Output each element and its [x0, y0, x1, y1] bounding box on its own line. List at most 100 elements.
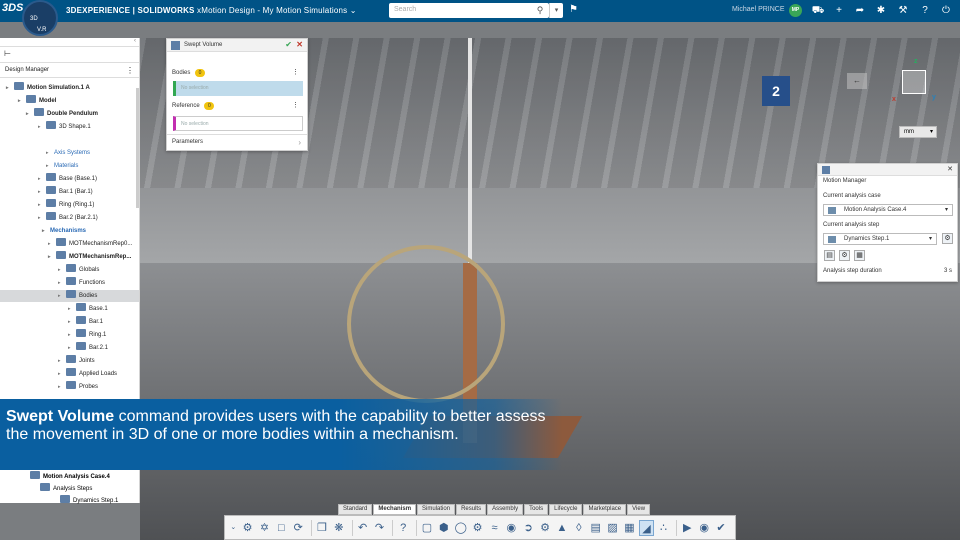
- expand-arrow-icon[interactable]: ▸: [38, 212, 46, 224]
- redo-icon[interactable]: ↷: [373, 520, 387, 536]
- expand-arrow-icon[interactable]: ▸: [58, 355, 66, 367]
- probe-icon[interactable]: ◊: [572, 520, 586, 536]
- back-arrow-icon[interactable]: ←: [847, 73, 867, 89]
- analysis-step-select[interactable]: Dynamics Step.1 ▾: [823, 233, 937, 245]
- save-icon[interactable]: □: [274, 520, 288, 536]
- chevron-down-icon[interactable]: ⌄: [350, 6, 357, 15]
- network-icon[interactable]: ✱: [874, 4, 888, 18]
- expand-arrow-icon[interactable]: ▸: [58, 368, 66, 380]
- unit-select[interactable]: mm ▾: [899, 126, 937, 138]
- power-icon[interactable]: ⏻: [939, 4, 953, 18]
- undo-icon[interactable]: ↶: [356, 520, 370, 536]
- tree-node[interactable]: ▸ Double Pendulum: [26, 108, 98, 120]
- tab-assembly[interactable]: Assembly: [487, 504, 524, 515]
- tree-node[interactable]: ▸ Mechanisms: [42, 225, 86, 237]
- more-icon[interactable]: ⋮: [292, 101, 299, 109]
- plot-icon[interactable]: ▨: [606, 520, 620, 536]
- tree-node[interactable]: ▸ Base.1: [68, 303, 108, 315]
- tree-node[interactable]: Motion Analysis Case.4: [30, 471, 110, 483]
- expand-arrow-icon[interactable]: ▸: [58, 381, 66, 393]
- expand-arrow-icon[interactable]: ▸: [38, 173, 46, 185]
- table-icon[interactable]: ▤: [589, 520, 603, 536]
- share-icon[interactable]: ➦: [853, 4, 867, 18]
- expand-arrow-icon[interactable]: ▸: [48, 251, 56, 263]
- trace-icon[interactable]: ∴: [657, 520, 671, 536]
- tree-node[interactable]: ▸ Bar.1 (Bar.1): [38, 186, 93, 198]
- tag-icon[interactable]: ⚑: [569, 4, 578, 15]
- expand-arrow-icon[interactable]: ▸: [18, 95, 26, 107]
- navigation-cube[interactable]: z x y: [892, 58, 940, 106]
- chat-icon[interactable]: ⛟: [811, 4, 825, 18]
- help-icon[interactable]: ?: [918, 4, 932, 18]
- analysis-case-select[interactable]: Motion Analysis Case.4 ▾: [823, 204, 953, 216]
- expand-arrow-icon[interactable]: ▸: [68, 316, 76, 328]
- settings-icon[interactable]: ❋: [332, 520, 346, 536]
- expand-arrow-icon[interactable]: ▸: [68, 342, 76, 354]
- parameters-section[interactable]: Parameters ›: [167, 134, 307, 152]
- expand-arrow-icon[interactable]: ▸: [42, 225, 50, 237]
- search-icon[interactable]: ⚲: [533, 3, 547, 18]
- expand-arrow-icon[interactable]: ▸: [46, 160, 54, 172]
- tree-node[interactable]: ▸ Globals: [58, 264, 99, 276]
- search-input[interactable]: Search: [389, 3, 549, 18]
- tree-node[interactable]: Analysis Steps: [40, 483, 92, 495]
- chevron-down-icon[interactable]: ⌄: [229, 520, 238, 536]
- gear-joint-icon[interactable]: ⚙: [471, 520, 485, 536]
- tree-node[interactable]: ▸ Joints: [58, 355, 95, 367]
- scrollbar[interactable]: [136, 88, 139, 208]
- expand-arrow-icon[interactable]: ▸: [38, 186, 46, 198]
- tree-node[interactable]: ▸ Bar.2 (Bar.2.1): [38, 212, 98, 224]
- expand-arrow-icon[interactable]: ▸: [58, 290, 66, 302]
- expand-arrow-icon[interactable]: ▸: [38, 121, 46, 133]
- expand-arrow-icon[interactable]: ▸: [38, 199, 46, 211]
- tab-standard[interactable]: Standard: [338, 504, 373, 515]
- tree-node[interactable]: ▸ Functions: [58, 277, 105, 289]
- refresh-icon[interactable]: ⟳: [291, 520, 305, 536]
- tree-node[interactable]: ▸ MOTMechanismRep0...: [48, 238, 132, 250]
- export-button[interactable]: ▦: [854, 250, 865, 261]
- mechanism-icon[interactable]: ✡: [258, 520, 272, 536]
- tree-node[interactable]: ▸ Motion Simulation.1 A: [6, 82, 90, 94]
- sensor-icon[interactable]: ▲: [555, 520, 569, 536]
- tree-node[interactable]: ▸ Applied Loads: [58, 368, 117, 380]
- compass-icon[interactable]: 3D V.R: [22, 0, 58, 36]
- joint-icon[interactable]: ◯: [454, 520, 468, 536]
- expand-arrow-icon[interactable]: ▸: [58, 264, 66, 276]
- force-icon[interactable]: ➲: [521, 520, 535, 536]
- more-icon[interactable]: ⋮: [292, 68, 299, 76]
- contact-icon[interactable]: ◉: [504, 520, 518, 536]
- new-case-button[interactable]: ▤: [824, 250, 835, 261]
- spring-icon[interactable]: ≈: [488, 520, 502, 536]
- frame-icon[interactable]: ▢: [420, 520, 434, 536]
- tree-node[interactable]: ▸ Bar.1: [68, 316, 103, 328]
- confirm-icon[interactable]: ✔: [285, 40, 292, 49]
- step-settings-button[interactable]: ⚙: [942, 233, 953, 244]
- expand-arrow-icon[interactable]: ▸: [26, 108, 34, 120]
- tree-node[interactable]: ▸ MOTMechanismRep...: [48, 251, 131, 263]
- body-icon[interactable]: ⬢: [437, 520, 451, 536]
- expand-arrow-icon[interactable]: ▸: [68, 329, 76, 341]
- tab-view[interactable]: View: [627, 504, 651, 515]
- cube-face[interactable]: [902, 70, 926, 94]
- tree-node[interactable]: ▸ Probes: [58, 381, 98, 393]
- help-icon[interactable]: ?: [396, 520, 410, 536]
- tree-node[interactable]: ▸ Base (Base.1): [38, 173, 97, 185]
- tools-icon[interactable]: ⚒: [896, 4, 910, 18]
- copy-icon[interactable]: ❐: [315, 520, 329, 536]
- close-icon[interactable]: ✕: [296, 40, 303, 49]
- expand-arrow-icon[interactable]: ▸: [58, 277, 66, 289]
- expand-arrow-icon[interactable]: ▸: [46, 147, 54, 159]
- 3ds-logo[interactable]: 3DS: [2, 2, 23, 14]
- results-icon[interactable]: ◉: [697, 520, 711, 536]
- tree-icon[interactable]: ⊢: [4, 49, 11, 58]
- bodies-field[interactable]: No selection: [173, 81, 303, 96]
- settings-button[interactable]: ⚙: [839, 250, 850, 261]
- reference-field[interactable]: No selection: [173, 116, 303, 131]
- tab-simulation[interactable]: Simulation: [417, 504, 456, 515]
- measure-icon[interactable]: ▦: [623, 520, 637, 536]
- tab-results[interactable]: Results: [456, 504, 487, 515]
- motor-icon[interactable]: ⚙: [538, 520, 552, 536]
- tab-lifecycle[interactable]: Lifecycle: [549, 504, 583, 515]
- tree-node[interactable]: ▸ Ring (Ring.1): [38, 199, 94, 211]
- simulate-icon[interactable]: ▶: [680, 520, 694, 536]
